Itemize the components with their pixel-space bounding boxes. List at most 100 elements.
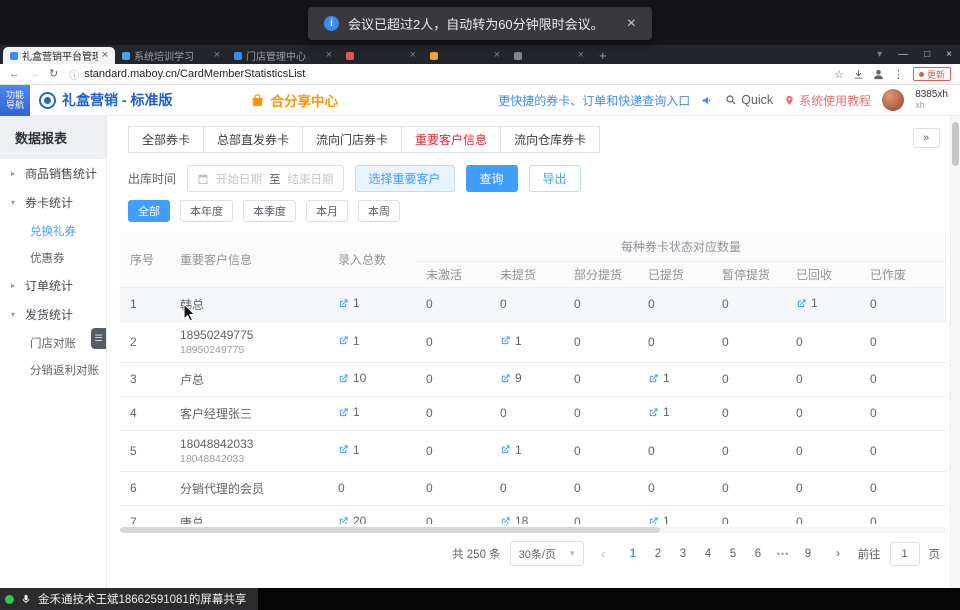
next-page-icon[interactable]: › [828,543,849,565]
browser-update-button[interactable]: 更新 [913,67,951,81]
content-tab[interactable]: 全部券卡 [128,126,204,153]
tab-close-icon[interactable]: × [214,50,220,61]
tutorial-link[interactable]: 系统使用教程 [784,92,871,109]
refresh-icon[interactable]: ↻ [49,69,58,80]
card-count-link[interactable]: 10 [338,371,366,385]
browser-tab[interactable]: 系统培训学习× [115,47,227,64]
content-tab[interactable]: 流向门店券卡 [303,126,402,153]
back-icon[interactable]: ← [9,69,20,80]
page-number[interactable]: 2 [648,543,669,565]
address-bar[interactable]: ⓘ standard.maboy.cn/CardMemberStatistics… [69,67,825,82]
avatar[interactable] [882,89,904,111]
search-button[interactable]: 查询 [466,165,518,192]
sidebar-drag-handle[interactable]: ☰ [91,328,106,349]
card-count-link[interactable]: 20 [338,514,366,524]
card-count-link[interactable]: 1 [500,334,522,348]
quick-filter-button[interactable]: 全部 [128,200,170,222]
content-tab[interactable]: 流向仓库券卡 [501,126,600,153]
card-count-link[interactable]: 1 [796,296,818,310]
page-number[interactable]: 5 [723,543,744,565]
page-number[interactable]: 9 [798,543,819,565]
count-text: 0 [722,297,729,311]
vertical-scrollbar[interactable] [950,116,960,588]
sidebar-item[interactable]: ▾券卡统计 [0,188,106,217]
horizontal-scrollbar[interactable] [120,527,946,533]
quick-filter-button[interactable]: 本月 [306,200,348,222]
card-count-link[interactable]: 1 [500,443,522,457]
sidebar-subitem[interactable]: 优惠券 [0,244,106,271]
browser-menu-icon[interactable]: ▾ [877,49,882,60]
close-window-icon[interactable]: × [946,49,952,60]
sidebar: 数据报表 ▸商品销售统计▾券卡统计兑换礼券优惠券▸订单统计▾发货统计门店对账分销… [0,116,107,588]
scrollbar-thumb[interactable] [952,122,959,166]
card-count-link[interactable]: 9 [500,371,522,385]
tab-close-icon[interactable]: × [102,50,108,61]
page-number[interactable]: 6 [748,543,769,565]
tab-close-icon[interactable]: × [578,50,584,61]
share-center-link[interactable]: 合分享中心 [250,90,338,110]
card-count-link[interactable]: 1 [648,371,670,385]
profile-icon[interactable] [873,69,884,80]
export-button[interactable]: 导出 [529,165,581,192]
tab-close-icon[interactable]: × [494,50,500,61]
page-list: 123456•••9 [623,543,819,565]
sidebar-item[interactable]: ▸订单统计 [0,271,106,300]
new-tab-button[interactable]: + [599,48,607,63]
customer-name: 卢总 [180,371,318,388]
page-number[interactable]: 1 [623,543,644,565]
browser-tab[interactable]: × [423,47,507,64]
scrollbar-thumb[interactable] [120,527,660,533]
bookmark-star-icon[interactable]: ☆ [834,68,844,81]
quick-filter-button[interactable]: 本季度 [243,200,296,222]
download-icon[interactable] [853,69,864,80]
maximize-icon[interactable]: □ [924,49,930,60]
quick-filter-button[interactable]: 本周 [358,200,400,222]
tab-close-icon[interactable]: × [410,50,416,61]
browser-tab[interactable]: × [339,47,423,64]
browser-tab[interactable]: 礼盒营销平台管理中心× [3,47,115,64]
date-range-picker[interactable]: 开始日期 至 结束日期 [187,165,344,192]
count-value: 0 [574,515,581,524]
date-separator: 至 [269,171,281,187]
forward-icon[interactable]: → [29,69,40,80]
page-number[interactable]: 4 [698,543,719,565]
card-link-icon [338,516,349,524]
quick-filter-button[interactable]: 本年度 [180,200,233,222]
username[interactable]: 8385xh xh [915,89,948,111]
count-cell: 1 [638,396,712,430]
prev-page-icon[interactable]: ‹ [593,543,614,565]
minimize-icon[interactable]: — [898,49,908,60]
card-count-link[interactable]: 1 [338,405,360,419]
content-tab[interactable]: 总部直发券卡 [204,126,303,153]
card-count-link[interactable]: 1 [648,514,670,524]
card-count-link[interactable]: 1 [338,334,360,348]
browser-more-icon[interactable]: ⋮ [893,68,904,81]
card-count-link[interactable]: 18 [500,514,528,524]
sidebar-item[interactable]: ▸商品销售统计 [0,159,106,188]
card-count-link[interactable]: 1 [338,443,360,457]
brand-name: 礼盒营销 - 标准版 [62,90,172,110]
browser-tab[interactable]: × [507,47,591,64]
browser-tab[interactable]: 门店管理中心× [227,47,339,64]
page-size-select[interactable]: 30条/页 ▾ [510,541,584,566]
content-tab[interactable]: 重要客户信息 [402,126,501,153]
toast-close-icon[interactable]: × [627,15,636,33]
card-count-link[interactable]: 1 [648,405,670,419]
count-text: 0 [574,444,581,458]
quick-search[interactable]: Quick [725,93,773,107]
sidebar-subitem[interactable]: 分销返利对账 [0,356,106,383]
sidebar-subitem[interactable]: 兑换礼券 [0,217,106,244]
function-nav-toggle[interactable]: 功能 导航 [0,85,30,116]
card-count-link[interactable]: 1 [338,296,360,310]
quick-entry-tip[interactable]: 更快捷的券卡、订单和快递查询入口 [498,92,690,109]
page-number[interactable]: 3 [673,543,694,565]
sidebar-item[interactable]: ▾发货统计 [0,300,106,329]
select-customer-button[interactable]: 选择重要客户 [355,165,455,192]
collapse-tabs-button[interactable]: » [913,128,940,148]
goto-page-input[interactable] [890,542,920,566]
tab-close-icon[interactable]: × [326,50,332,61]
count-cell: 1 [638,505,712,524]
page-info-icon[interactable]: ⓘ [69,67,79,82]
count-cell: 1 [328,396,416,430]
column-header: 序号 [120,232,170,287]
